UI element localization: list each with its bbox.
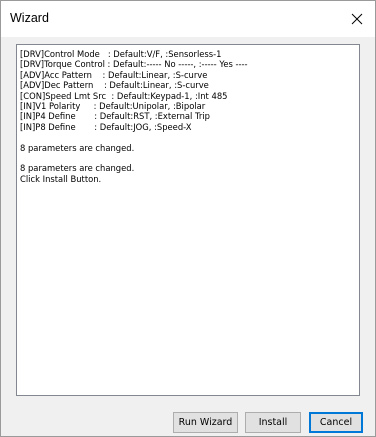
- log-line: [IN]V1 Polarity : Default:Unipolar, :Bip…: [20, 101, 206, 112]
- close-icon: [351, 13, 363, 25]
- log-line: [IN]P8 Define : Default:JOG, :Speed-X: [20, 121, 192, 132]
- log-line: [ADV]Acc Pattern : Default:Linear, :S-cu…: [20, 69, 208, 80]
- cancel-button[interactable]: Cancel: [309, 412, 363, 433]
- log-line: [ADV]Dec Pattern : Default:Linear, :S-cu…: [20, 80, 209, 91]
- run-wizard-button[interactable]: Run Wizard: [173, 412, 238, 433]
- log-line: [IN]P4 Define : Default:RST, :External T…: [20, 111, 210, 122]
- install-button[interactable]: Install: [245, 412, 301, 433]
- title-bar: Wizard: [1, 1, 375, 37]
- log-line: [CON]Speed Lmt Src : Default:Keypad-1, :…: [20, 90, 228, 101]
- log-text-area[interactable]: [DRV]Control Mode : Default:V/F, :Sensor…: [16, 44, 360, 396]
- log-line: 8 parameters are changed.: [20, 163, 135, 174]
- window-title: Wizard: [10, 11, 49, 25]
- wizard-dialog: Wizard [DRV]Control Mode : Default:V/F, …: [0, 0, 376, 437]
- log-line: Click Install Button.: [20, 173, 102, 184]
- close-button[interactable]: [339, 1, 375, 37]
- log-line: [DRV]Control Mode : Default:V/F, :Sensor…: [20, 49, 222, 59]
- log-line: 8 parameters are changed.: [20, 142, 135, 153]
- log-line: [DRV]Torque Control : Default:----- No -…: [20, 59, 248, 70]
